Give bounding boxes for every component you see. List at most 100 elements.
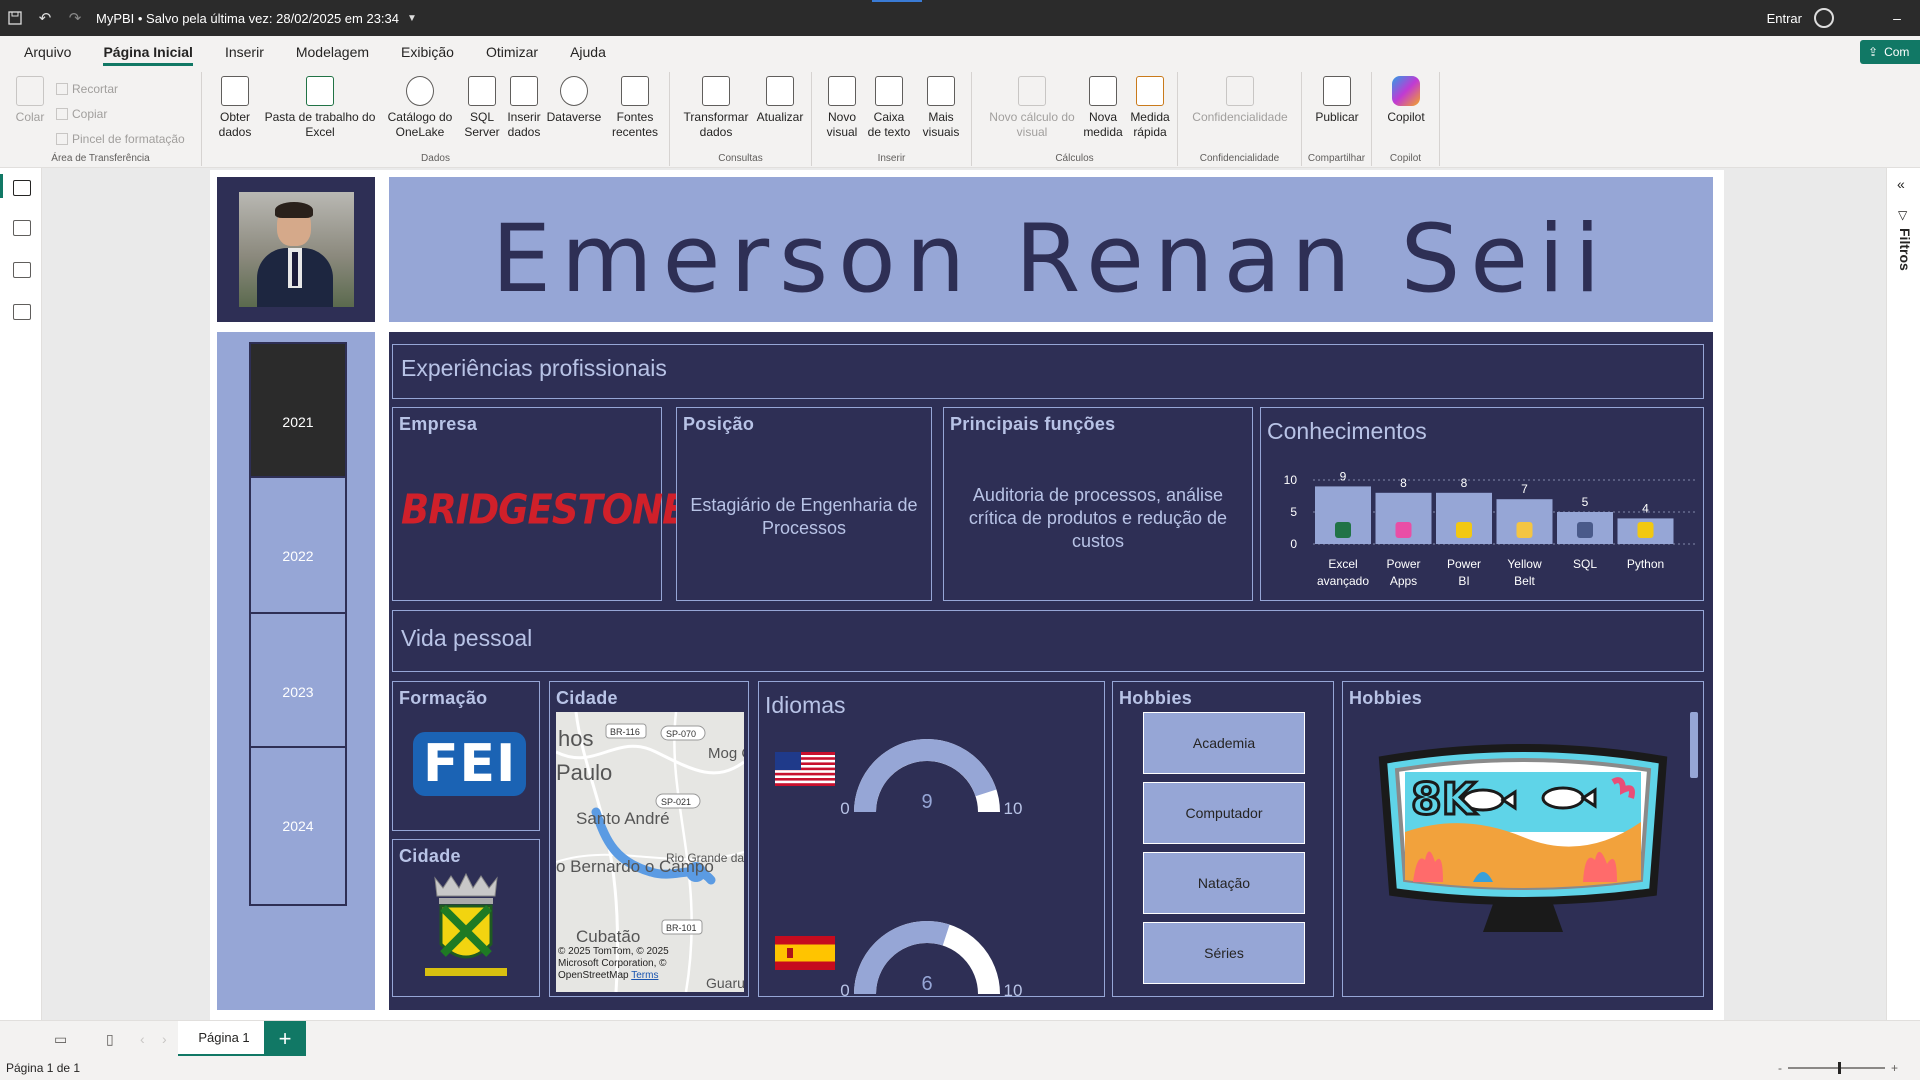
zoom-out-icon[interactable]: - [1778, 1061, 1782, 1075]
gauge-fill [854, 921, 950, 995]
languages-card: Idiomas 9 0 10 6 0 10 [758, 681, 1105, 998]
sensitivity-label: Confidencialidade [1192, 110, 1288, 124]
zoom-control[interactable]: - + [1778, 1061, 1898, 1075]
zoom-knob[interactable] [1838, 1062, 1842, 1074]
title-banner: Emerson Renan Seii [389, 177, 1713, 322]
hobby-button-3[interactable]: Séries [1143, 922, 1305, 984]
undo-icon[interactable]: ↶ [30, 0, 60, 36]
title-accent [872, 0, 922, 2]
publish-icon [1323, 76, 1351, 106]
experience-section-title: Experiências profissionais [401, 355, 667, 381]
chevron-down-icon[interactable]: ▼ [407, 13, 417, 24]
new-measure-button[interactable]: Nova medida [1080, 76, 1126, 140]
refresh-button[interactable]: Atualizar [752, 76, 808, 125]
chevron-double-left-icon[interactable]: « [1897, 176, 1905, 192]
menu-tab-1[interactable]: Página Inicial [87, 36, 208, 68]
dataverse-button[interactable]: Dataverse [544, 76, 604, 125]
enter-data-button[interactable]: Inserir dados [502, 76, 546, 140]
onelake-button[interactable]: Catálogo do OneLake [378, 76, 462, 140]
publish-button[interactable]: Publicar [1310, 76, 1364, 125]
page-tab-1[interactable]: Página 1 [178, 1021, 270, 1057]
table-view-icon[interactable] [13, 220, 31, 236]
mobile-layout-icon[interactable]: ▯ [106, 1031, 114, 1048]
map-attribution: © 2025 TomTom, © 2025 Microsoft Corporat… [558, 946, 708, 982]
refresh-icon [766, 76, 794, 106]
more-visuals-label: Mais visuais [922, 110, 960, 139]
y-tick-label: 0 [1290, 537, 1297, 551]
sensitivity-group: Confidencialidade Confidencialidade [1178, 72, 1302, 166]
sql-button[interactable]: SQL Server [460, 76, 504, 140]
year-button-3[interactable]: 2024 [249, 746, 347, 906]
company-card: Empresa BRIDGESTONE [392, 407, 687, 601]
recent-sources-button[interactable]: Fontes recentes [604, 76, 666, 140]
map-label-cubatao: Cubatão [576, 927, 640, 946]
zoom-slider[interactable] [1788, 1062, 1885, 1074]
minimize-button[interactable]: – [1874, 10, 1920, 26]
copy-button[interactable]: Copiar [56, 107, 107, 121]
status-bar: Página 1 de 1 - + [0, 1056, 1920, 1080]
get-data-button[interactable]: Obter dados [210, 76, 260, 140]
hobby-button-2[interactable]: Natação [1143, 852, 1305, 914]
menu-tab-4[interactable]: Exibição [385, 36, 470, 68]
menu-tab-2[interactable]: Inserir [209, 36, 280, 68]
zoom-in-icon[interactable]: + [1891, 1061, 1898, 1075]
menu-bar: Arquivo Página Inicial Inserir Modelagem Exi… [0, 36, 1920, 68]
gauge-value: 6 [921, 973, 932, 995]
data-group: Obter dados Pasta de trabalho do Excel C… [202, 72, 670, 166]
report-title: Emerson Renan Seii [491, 205, 1611, 314]
sensitivity-group-label: Confidencialidade [1199, 153, 1280, 164]
filters-label[interactable]: Filtros [1897, 228, 1913, 271]
menu-tab-3[interactable]: Modelagem [280, 36, 385, 68]
more-visuals-button[interactable]: Mais visuais [916, 76, 966, 140]
hobby-button-1[interactable]: Computador [1143, 782, 1305, 844]
calculator-icon [1089, 76, 1117, 106]
clipboard-icon [16, 76, 44, 106]
city-crest-card: Cidade [392, 839, 540, 997]
prev-page-icon[interactable]: ‹ [140, 1031, 145, 1047]
share-group-label: Compartilhar [1307, 153, 1366, 164]
share-button[interactable]: ⇪ Com [1860, 40, 1920, 64]
map-shield-br101: BR-101 [666, 923, 697, 933]
new-visual-button[interactable]: Novo visual [820, 76, 864, 140]
new-visual-calc-button[interactable]: Novo cálculo do visual [984, 76, 1080, 140]
menu-tab-5[interactable]: Otimizar [470, 36, 554, 68]
new-visual-label: Novo visual [826, 110, 858, 139]
save-icon[interactable] [0, 0, 30, 36]
model-view-icon[interactable] [13, 262, 31, 278]
next-page-icon[interactable]: › [162, 1031, 167, 1047]
more-visuals-icon [927, 76, 955, 106]
profile-photo [239, 192, 354, 307]
city-map-card: Cidade hos Paulo Santo André o Bernardo … [549, 681, 749, 997]
category-label: Python [1627, 557, 1664, 571]
text-box-button[interactable]: Caixa de texto [864, 76, 914, 140]
company-label: Empresa [399, 414, 478, 434]
report-view-icon[interactable] [13, 180, 31, 196]
signin-link[interactable]: Entrar [1767, 11, 1802, 26]
hobbies-scrollbar[interactable] [1690, 712, 1698, 778]
bar-icon [1456, 522, 1472, 538]
excel-button[interactable]: Pasta de trabalho do Excel [262, 76, 378, 140]
publish-label: Publicar [1315, 110, 1359, 124]
year-slicer: 2021 2022 2023 2024 [217, 332, 375, 1010]
cut-button[interactable]: Recortar [56, 82, 118, 96]
sensitivity-button[interactable]: Confidencialidade [1184, 76, 1296, 125]
quick-measure-button[interactable]: Medida rápida [1126, 76, 1174, 140]
new-measure-label: Nova medida [1083, 110, 1123, 139]
hobby-button-0[interactable]: Academia [1143, 712, 1305, 774]
menu-tab-6[interactable]: Ajuda [554, 36, 622, 68]
dax-query-icon[interactable] [13, 304, 31, 320]
copilot-button[interactable]: Copilot [1380, 76, 1432, 125]
desktop-layout-icon[interactable]: ▭ [54, 1031, 67, 1048]
add-page-button[interactable]: + [264, 1021, 306, 1057]
user-icon[interactable] [1814, 8, 1834, 28]
map-terms-link[interactable]: Terms [631, 970, 658, 981]
visual-calc-icon [1018, 76, 1046, 106]
paste-button[interactable]: Colar [10, 76, 50, 125]
data-label: 5 [1582, 495, 1589, 509]
redo-icon[interactable]: ↷ [60, 0, 90, 36]
format-painter-button[interactable]: Pincel de formatação [56, 132, 185, 146]
map-label-hos: hos [558, 726, 593, 751]
menu-tab-0[interactable]: Arquivo [8, 36, 87, 68]
transform-button[interactable]: Transformar dados [680, 76, 752, 140]
insert-group-label: Inserir [877, 153, 906, 164]
